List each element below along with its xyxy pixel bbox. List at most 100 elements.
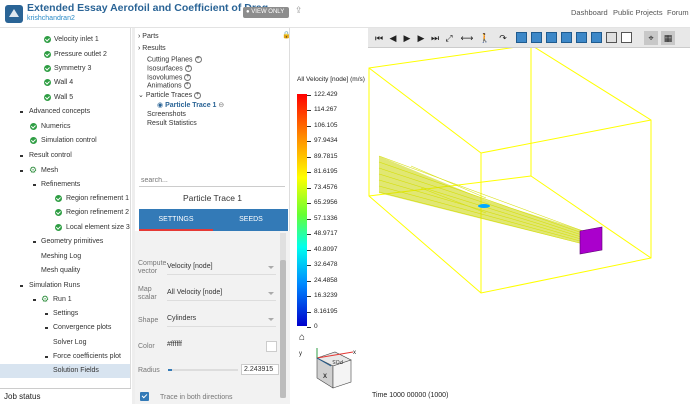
view-cube-front-icon[interactable]	[516, 32, 527, 43]
post-item-parts[interactable]: › Parts	[138, 33, 159, 40]
view-cube-top-icon[interactable]	[576, 32, 587, 43]
shape-label: Shape	[138, 317, 159, 324]
tree-item[interactable]: Result control	[0, 149, 130, 163]
post-item-result-statistics[interactable]: Result Statistics	[147, 120, 197, 127]
wireframe-icon[interactable]	[606, 32, 617, 43]
expander-icon[interactable]	[45, 313, 48, 315]
tree-item[interactable]: Simulation Runs	[0, 279, 130, 293]
tree-item[interactable]: Convergence plots	[0, 321, 130, 335]
tree-item[interactable]: Pressure outlet 2	[0, 48, 130, 62]
tree-item[interactable]: Solver Log	[0, 336, 130, 350]
play-icon[interactable]: ▶	[400, 31, 414, 45]
add-icon[interactable]: +	[183, 82, 191, 89]
expander-icon[interactable]	[20, 285, 23, 287]
zoom-fit-icon[interactable]: ⟷	[460, 31, 474, 45]
color-value[interactable]: #ffffff	[167, 341, 260, 353]
expander-icon[interactable]	[33, 299, 36, 301]
tree-item[interactable]: Region refinement 2	[0, 206, 130, 220]
rotate-icon[interactable]: ↷	[496, 31, 510, 45]
compute-vector-select[interactable]: Velocity [node]	[167, 263, 276, 275]
radius-input[interactable]: 2.243915	[241, 364, 279, 375]
skip-first-icon[interactable]: ⏮	[372, 31, 386, 45]
tree-item[interactable]: Symmetry 3	[0, 62, 130, 76]
check-circle-icon	[44, 36, 51, 43]
step-back-icon[interactable]: ◀	[386, 31, 400, 45]
tree-item[interactable]: Force coefficients plot	[0, 350, 130, 364]
nav-forum[interactable]: Forum	[667, 8, 689, 17]
tab-seeds[interactable]: SEEDS	[214, 209, 288, 231]
view-cube-right-icon[interactable]	[561, 32, 572, 43]
tree-item-selected[interactable]: Solution Fields	[0, 364, 130, 378]
expander-icon[interactable]	[20, 155, 23, 157]
outline-icon[interactable]	[621, 32, 632, 43]
view-cube-left-icon[interactable]	[546, 32, 557, 43]
tree-item[interactable]: Settings	[0, 307, 130, 321]
axis-y-label: y	[299, 351, 302, 357]
post-item-screenshots[interactable]: Screenshots	[147, 111, 186, 118]
app-header: Extended Essay Aerofoil and Coefficient …	[0, 0, 690, 28]
simscale-logo-icon[interactable]	[4, 4, 24, 24]
expander-icon[interactable]	[20, 170, 23, 172]
expander-icon[interactable]	[33, 241, 36, 243]
eye-icon[interactable]: ◉	[157, 102, 163, 109]
search-input[interactable]	[139, 175, 285, 187]
step-forward-icon[interactable]: ▶	[414, 31, 428, 45]
radius-slider[interactable]	[168, 369, 238, 371]
job-status-bar[interactable]: Job status	[0, 388, 131, 404]
minus-icon[interactable]: ⊖	[218, 102, 224, 109]
trace-both-checkbox[interactable]	[140, 392, 149, 401]
view-mode-icon[interactable]: ▦	[661, 31, 675, 45]
check-circle-icon	[55, 224, 62, 231]
home-icon[interactable]: ⌂	[299, 332, 305, 343]
post-item-results[interactable]: › Results	[138, 45, 166, 52]
tree-item[interactable]: Refinements	[0, 178, 130, 192]
share-icon[interactable]: ⇪	[295, 5, 303, 16]
tab-settings[interactable]: SETTINGS	[139, 209, 213, 231]
view-cube-back-icon[interactable]	[531, 32, 542, 43]
post-item-isovolumes[interactable]: Isovolumes +	[147, 74, 192, 81]
tree-item[interactable]: Mesh quality	[0, 264, 130, 278]
map-scalar-select[interactable]: All Velocity [node]	[167, 289, 276, 301]
shape-select[interactable]: Cylinders	[167, 315, 276, 327]
simulation-scene[interactable]: X POS y x	[291, 48, 690, 404]
fit-view-icon[interactable]: ⤢	[442, 31, 456, 45]
tree-item[interactable]: Wall 4	[0, 76, 130, 90]
add-icon[interactable]: +	[194, 56, 202, 63]
tree-item[interactable]: ⚙ Run 1	[0, 293, 130, 307]
add-icon[interactable]: +	[194, 91, 202, 99]
project-owner-link[interactable]: krishchandran2	[27, 15, 75, 22]
color-swatch[interactable]	[266, 341, 277, 352]
tree-item[interactable]: ⚙ Mesh	[0, 164, 130, 178]
expander-icon[interactable]	[45, 356, 48, 358]
person-icon[interactable]: 🚶	[478, 31, 492, 45]
skip-last-icon[interactable]: ⏭	[428, 31, 442, 45]
post-item-particle-trace-1[interactable]: ◉ Particle Trace 1 ⊖	[157, 101, 224, 109]
tree-item[interactable]: Simulation control	[0, 134, 130, 148]
tree-item[interactable]: Numerics	[0, 120, 130, 134]
tree-item[interactable]: Velocity inlet 1	[0, 33, 130, 47]
cube-face-pos: POS	[332, 358, 343, 364]
tree-item[interactable]: Local element size 3	[0, 221, 130, 235]
selection-mode-icon[interactable]: ⌖	[644, 31, 658, 45]
expander-icon[interactable]	[20, 111, 23, 113]
tree-item[interactable]: Meshing Log	[0, 250, 130, 264]
post-item-animations[interactable]: Animations +	[147, 82, 191, 89]
post-item-particle-traces[interactable]: ⌄ Particle Traces +	[138, 91, 202, 99]
nav-dashboard[interactable]: Dashboard	[571, 8, 608, 17]
add-icon[interactable]: +	[184, 65, 192, 72]
tree-item[interactable]: Wall 5	[0, 91, 130, 105]
orientation-cube[interactable]: X POS y x	[299, 348, 356, 389]
lock-icon[interactable]: 🔒	[282, 31, 291, 39]
project-title[interactable]: Extended Essay Aerofoil and Coefficient …	[27, 2, 268, 14]
view-cube-bottom-icon[interactable]	[591, 32, 602, 43]
add-icon[interactable]: +	[184, 74, 192, 81]
expander-icon[interactable]	[33, 184, 36, 186]
post-item-cutting-planes[interactable]: Cutting Planes +	[147, 56, 202, 63]
expander-icon[interactable]	[45, 327, 48, 329]
post-item-isosurfaces[interactable]: Isosurfaces +	[147, 65, 192, 72]
tree-item[interactable]: Region refinement 1	[0, 192, 130, 206]
panel-scrollbar-thumb[interactable]	[280, 260, 286, 398]
tree-item[interactable]: Advanced concepts	[0, 105, 130, 119]
tree-item[interactable]: Geometry primitives	[0, 235, 130, 249]
nav-public-projects[interactable]: Public Projects	[613, 8, 663, 17]
